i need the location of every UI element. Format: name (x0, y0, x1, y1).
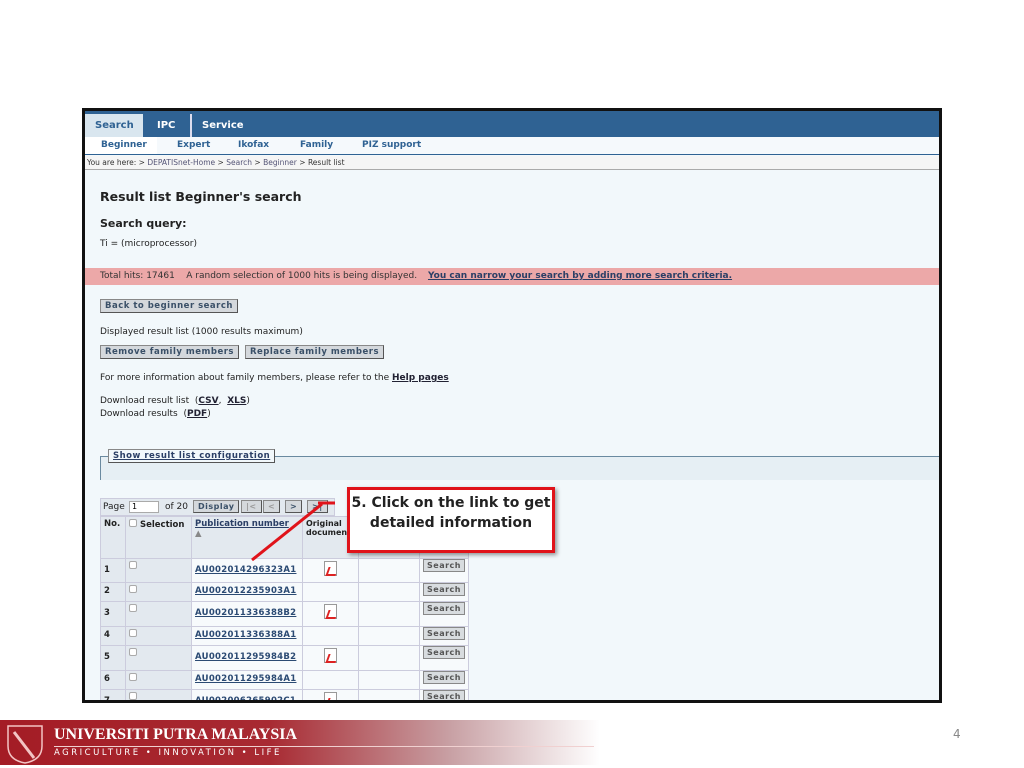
tagline: AGRICULTURE • INNOVATION • LIFE (54, 748, 282, 758)
university-name: UNIVERSITI PUTRA MALAYSIA (54, 726, 298, 743)
footer-banner: UNIVERSITI PUTRA MALAYSIA AGRICULTURE • … (0, 720, 600, 765)
upm-logo-icon (7, 725, 43, 764)
slide-number: 4 (953, 727, 961, 741)
callout-arrow (251, 501, 335, 562)
instruction-callout: 5. Click on the link to get detailed inf… (347, 487, 555, 553)
